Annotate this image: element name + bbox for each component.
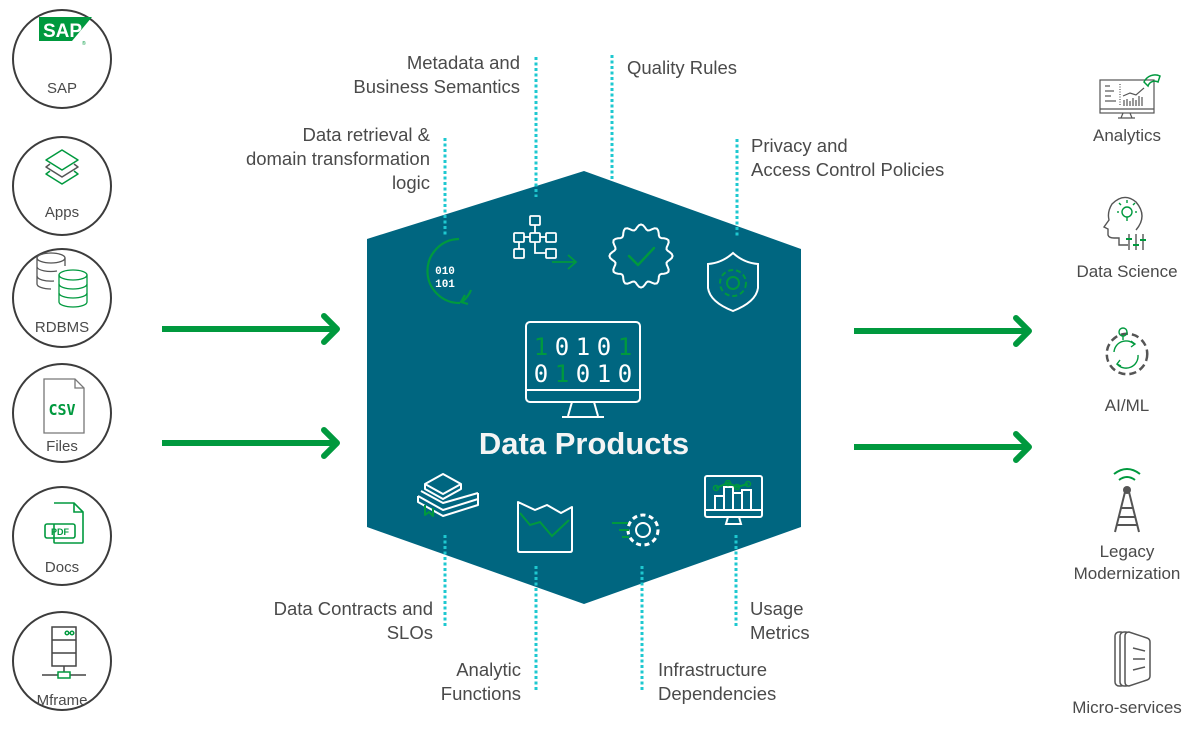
source-label: Files xyxy=(46,438,78,455)
source-rdbms: RDBMS xyxy=(12,248,112,348)
monitor-digit: 0 xyxy=(555,333,569,361)
label-line: Metrics xyxy=(750,622,810,643)
destination-micro-services: Micro-services xyxy=(1052,628,1202,719)
label-usage-metrics: Usage Metrics xyxy=(750,597,810,645)
outbound-arrow-1 xyxy=(854,315,1032,347)
retrieval-binary-line-2: 101 xyxy=(435,279,455,291)
svg-text:PDF: PDF xyxy=(51,527,70,537)
source-apps: Apps xyxy=(12,136,112,236)
outbound-arrow-2 xyxy=(854,431,1032,463)
label-line: domain transformation xyxy=(245,148,430,169)
source-mframe: Mframe xyxy=(12,611,112,711)
monitor-digit: 0 xyxy=(597,333,611,361)
destination-data-science: Data Science xyxy=(1052,190,1202,283)
label-infrastructure: Infrastructure Dependencies xyxy=(658,658,776,706)
inbound-arrow-1 xyxy=(162,313,340,345)
label-line: Metadata and xyxy=(406,52,520,73)
label-line: Dependencies xyxy=(658,683,777,704)
label-line: Legacy xyxy=(1099,542,1155,561)
destination-legacy-modernization: Legacy Modernization xyxy=(1052,462,1202,585)
label-line: Modernization xyxy=(1073,564,1181,583)
source-sap: SAP ® SAP xyxy=(12,9,112,109)
microservices-icon xyxy=(1114,631,1151,687)
label-line: Data Science xyxy=(1076,262,1178,281)
monitor-digit: 0 xyxy=(576,360,590,388)
gear-lightbulb-cycle-icon xyxy=(1105,327,1149,376)
inbound-arrow-2 xyxy=(162,427,340,459)
monitor-digit: 1 xyxy=(576,333,590,361)
destination-label: Data Science xyxy=(1052,261,1202,283)
svg-text:SAP: SAP xyxy=(43,21,82,42)
monitor-digit: 1 xyxy=(618,333,632,361)
destination-ai-ml: AI/ML xyxy=(1052,324,1202,417)
source-label: Mframe xyxy=(36,692,88,709)
label-privacy: Privacy and Access Control Policies xyxy=(751,134,944,182)
label-data-retrieval: Data retrieval & domain transformation l… xyxy=(246,123,430,195)
analytics-dashboard-icon xyxy=(1099,74,1161,119)
label-analytic-functions: Analytic Functions xyxy=(441,658,521,706)
source-label: SAP xyxy=(46,80,77,97)
label-line: Quality Rules xyxy=(627,57,738,78)
destination-label: AI/ML xyxy=(1052,395,1202,417)
monitor-digit: 0 xyxy=(618,360,632,388)
label-line: Business Semantics xyxy=(353,76,520,97)
label-line: Data retrieval & xyxy=(302,124,431,145)
diagram-canvas: 010 101 1 0 1 0 1 0 1 0 1 0 xyxy=(162,55,1032,690)
label-line: Usage xyxy=(750,598,804,619)
monitor-digit: 1 xyxy=(555,360,569,388)
label-line: Infrastructure xyxy=(658,659,767,680)
label-line: Access Control Policies xyxy=(751,159,945,180)
retrieval-binary-line-1: 010 xyxy=(435,266,455,278)
label-data-contracts: Data Contracts and SLOs xyxy=(274,597,433,645)
svg-text:®: ® xyxy=(82,40,86,47)
source-label: RDBMS xyxy=(34,319,90,336)
destination-label: Legacy Modernization xyxy=(1052,541,1202,585)
label-line: logic xyxy=(391,172,430,193)
destination-label: Analytics xyxy=(1052,125,1202,147)
binary-monitor-icon: 1 0 1 0 1 0 1 0 1 0 xyxy=(525,321,641,418)
destination-analytics: Analytics xyxy=(1052,66,1202,147)
monitor-digit: 1 xyxy=(534,333,548,361)
label-metadata: Metadata and Business Semantics xyxy=(353,51,520,99)
label-line: Privacy and xyxy=(751,135,848,156)
source-files: CSV Files xyxy=(12,363,112,463)
label-quality-rules: Quality Rules xyxy=(627,56,737,80)
label-line: Data Contracts and xyxy=(273,598,433,619)
label-line: AI/ML xyxy=(1104,396,1150,415)
label-line: Analytics xyxy=(1092,126,1162,145)
hub-title: Data Products xyxy=(478,426,690,461)
label-line: Analytic xyxy=(456,659,521,680)
label-line: Functions xyxy=(440,683,521,704)
radio-tower-icon xyxy=(1113,468,1141,533)
destination-label: Micro-services xyxy=(1052,697,1202,719)
monitor-digit: 1 xyxy=(597,360,611,388)
source-label: Apps xyxy=(44,204,80,221)
head-lightbulb-icon xyxy=(1102,196,1146,250)
source-label: Docs xyxy=(44,559,80,576)
label-line: SLOs xyxy=(386,622,433,643)
label-line: Micro-services xyxy=(1072,698,1182,717)
monitor-digit: 0 xyxy=(534,360,548,388)
svg-text:CSV: CSV xyxy=(48,401,75,419)
source-docs: PDF Docs xyxy=(12,486,112,586)
